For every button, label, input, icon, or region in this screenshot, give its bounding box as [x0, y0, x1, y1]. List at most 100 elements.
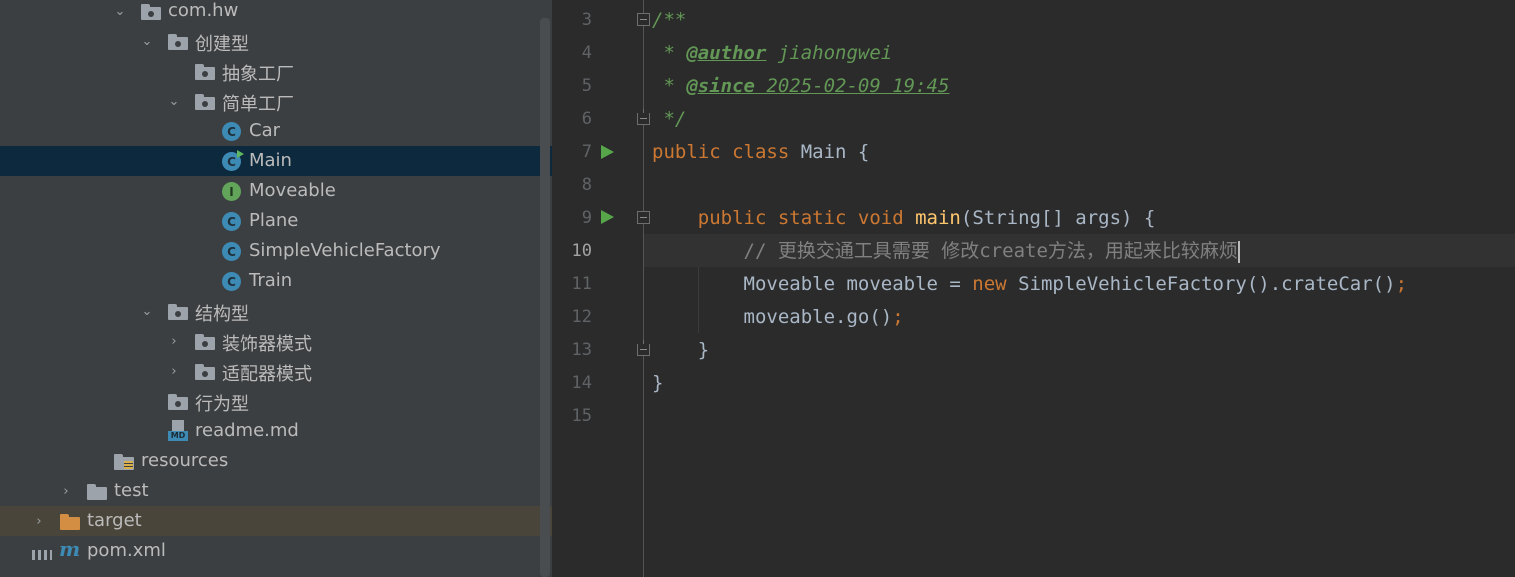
- tree-item-decorator[interactable]: › 装饰器模式: [0, 326, 552, 356]
- tree-item-label: Moveable: [249, 180, 336, 201]
- project-tree-panel[interactable]: ⌄ com.hw ⌄ 创建型 抽象工厂 ⌄ 简单工厂 C Car C Main …: [0, 0, 552, 577]
- excluded-folder-icon: [60, 514, 80, 530]
- package-icon: [195, 94, 215, 110]
- fold-end-icon[interactable]: [637, 340, 650, 356]
- run-method-icon[interactable]: [601, 210, 614, 224]
- fold-end-icon[interactable]: [637, 109, 650, 125]
- tree-item-label: target: [87, 510, 142, 531]
- line-number: 9: [581, 208, 592, 228]
- line-number: 5: [581, 76, 592, 96]
- class-icon: C: [222, 212, 241, 231]
- run-class-icon[interactable]: [601, 145, 614, 159]
- tree-item-label: Train: [249, 270, 293, 291]
- tree-item-abstract-factory[interactable]: 抽象工厂: [0, 56, 552, 86]
- chevron-down-icon[interactable]: ⌄: [140, 34, 154, 49]
- chevron-down-icon[interactable]: ⌄: [167, 94, 181, 109]
- tree-item-label: 创建型: [195, 34, 249, 55]
- tree-item-label: test: [114, 480, 149, 501]
- tree-item-creational[interactable]: ⌄ 创建型: [0, 26, 552, 56]
- line-number: 7: [581, 142, 592, 162]
- tree-item-moveable[interactable]: I Moveable: [0, 176, 552, 206]
- tree-item-label: Main: [249, 150, 292, 171]
- line-number: 6: [581, 109, 592, 129]
- tree-item-label: pom.xml: [87, 540, 166, 561]
- line-number: 11: [571, 274, 592, 294]
- package-icon: [141, 4, 161, 20]
- class-icon: C: [222, 272, 241, 291]
- tree-item-com-hw[interactable]: ⌄ com.hw: [0, 0, 552, 26]
- code-line-7[interactable]: public class Main {: [652, 136, 869, 169]
- markdown-file-icon: MD: [168, 420, 188, 441]
- package-icon: [168, 394, 188, 410]
- tree-item-test[interactable]: › test: [0, 476, 552, 506]
- code-line-13[interactable]: }: [652, 334, 709, 367]
- package-icon: [168, 304, 188, 320]
- text-cursor: [1237, 240, 1240, 263]
- package-icon: [195, 364, 215, 380]
- tree-item-simple-factory[interactable]: ⌄ 简单工厂: [0, 86, 552, 116]
- line-number: 13: [571, 340, 592, 360]
- tree-item-target[interactable]: › target: [0, 506, 552, 536]
- libraries-icon: [32, 550, 52, 560]
- tree-item-behavioral[interactable]: 行为型: [0, 386, 552, 416]
- tree-item-label: Plane: [249, 210, 299, 231]
- line-number: 15: [571, 406, 592, 426]
- package-icon: [168, 34, 188, 50]
- tree-item-label: readme.md: [195, 420, 299, 441]
- fold-marker-icon[interactable]: [637, 13, 650, 26]
- line-number-current: 10: [571, 241, 592, 261]
- gutter-divider: [643, 0, 644, 577]
- maven-icon: m: [59, 537, 81, 561]
- chevron-right-icon[interactable]: ›: [32, 514, 46, 529]
- tree-item-label: Car: [249, 120, 280, 141]
- line-number: 14: [571, 373, 592, 393]
- class-icon: C: [222, 242, 241, 261]
- tree-item-simple-vehicle-factory[interactable]: C SimpleVehicleFactory: [0, 236, 552, 266]
- package-icon: [195, 64, 215, 80]
- tree-item-label: com.hw: [168, 0, 239, 21]
- tree-item-label: 结构型: [195, 304, 249, 325]
- line-number: 8: [581, 175, 592, 195]
- chevron-right-icon[interactable]: ›: [59, 484, 73, 499]
- code-line-14[interactable]: }: [652, 367, 663, 400]
- tree-item-plane[interactable]: C Plane: [0, 206, 552, 236]
- code-line-10[interactable]: // 更换交通工具需要 修改create方法，用起来比较麻烦: [652, 235, 1240, 268]
- chevron-right-icon[interactable]: ›: [167, 334, 181, 349]
- folder-icon: [87, 484, 107, 500]
- chevron-right-icon[interactable]: ›: [167, 364, 181, 379]
- resources-folder-icon: [114, 454, 134, 470]
- tree-item-resources[interactable]: resources: [0, 446, 552, 476]
- tree-item-label: resources: [141, 450, 229, 471]
- chevron-down-icon[interactable]: ⌄: [113, 4, 127, 19]
- tree-item-label: 行为型: [195, 394, 249, 415]
- chevron-down-icon[interactable]: ⌄: [140, 304, 154, 319]
- line-number: 4: [581, 43, 592, 63]
- code-line-4[interactable]: * @author jiahongwei: [652, 37, 892, 70]
- code-line-12[interactable]: moveable.go();: [652, 301, 904, 334]
- runnable-class-icon: C: [222, 150, 244, 171]
- tree-item-structural[interactable]: ⌄ 结构型: [0, 296, 552, 326]
- tree-item-pom[interactable]: m pom.xml: [0, 536, 552, 566]
- tree-item-car[interactable]: C Car: [0, 116, 552, 146]
- tree-item-adapter[interactable]: › 适配器模式: [0, 356, 552, 386]
- tree-scrollbar[interactable]: [540, 18, 550, 577]
- class-icon: C: [222, 122, 241, 141]
- tree-item-label: SimpleVehicleFactory: [249, 240, 441, 261]
- code-line-11[interactable]: Moveable moveable = new SimpleVehicleFac…: [652, 268, 1408, 301]
- code-line-5[interactable]: * @since 2025-02-09 19:45: [652, 70, 949, 103]
- code-line-9[interactable]: public static void main(String[] args) {: [652, 202, 1156, 235]
- code-line-6[interactable]: */: [652, 103, 686, 136]
- tree-item-label: 抽象工厂: [222, 64, 294, 85]
- package-icon: [195, 334, 215, 350]
- tree-item-label: 装饰器模式: [222, 334, 312, 355]
- line-number: 12: [571, 307, 592, 327]
- fold-marker-icon[interactable]: [637, 211, 650, 224]
- tree-item-label: 适配器模式: [222, 364, 312, 385]
- tree-item-readme[interactable]: MD readme.md: [0, 416, 552, 446]
- tree-item-train[interactable]: C Train: [0, 266, 552, 296]
- line-number: 3: [581, 10, 592, 30]
- tree-item-main[interactable]: C Main: [0, 146, 552, 176]
- tree-item-label: 简单工厂: [222, 94, 294, 115]
- interface-icon: I: [222, 182, 241, 201]
- code-line-3[interactable]: /**: [652, 4, 686, 37]
